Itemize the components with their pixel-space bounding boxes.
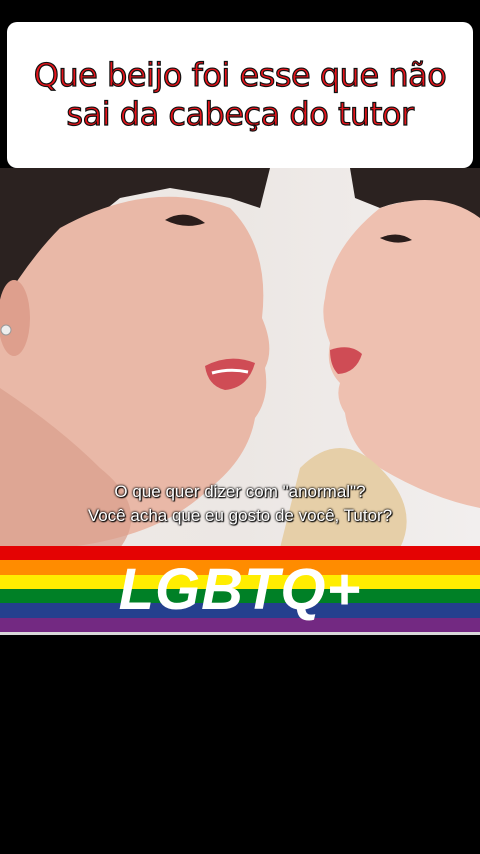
top-bar — [0, 0, 480, 14]
rainbow-banner: LGBTQ+ — [0, 546, 480, 632]
black-bottom-area — [0, 632, 480, 854]
subtitle-line-2: Você acha que eu gosto de você, Tutor? — [87, 506, 393, 525]
caption-card: Que beijo foi esse que não sai da cabeça… — [7, 22, 473, 168]
banner-text: LGBTQ+ — [118, 556, 362, 622]
subtitle-line-1: O que quer dizer com "anormal"? — [114, 482, 366, 501]
caption-text: Que beijo foi esse que não sai da cabeça… — [33, 55, 447, 133]
video-frame[interactable]: O que quer dizer com "anormal"? Você ach… — [0, 168, 480, 548]
divider-line — [0, 632, 480, 635]
